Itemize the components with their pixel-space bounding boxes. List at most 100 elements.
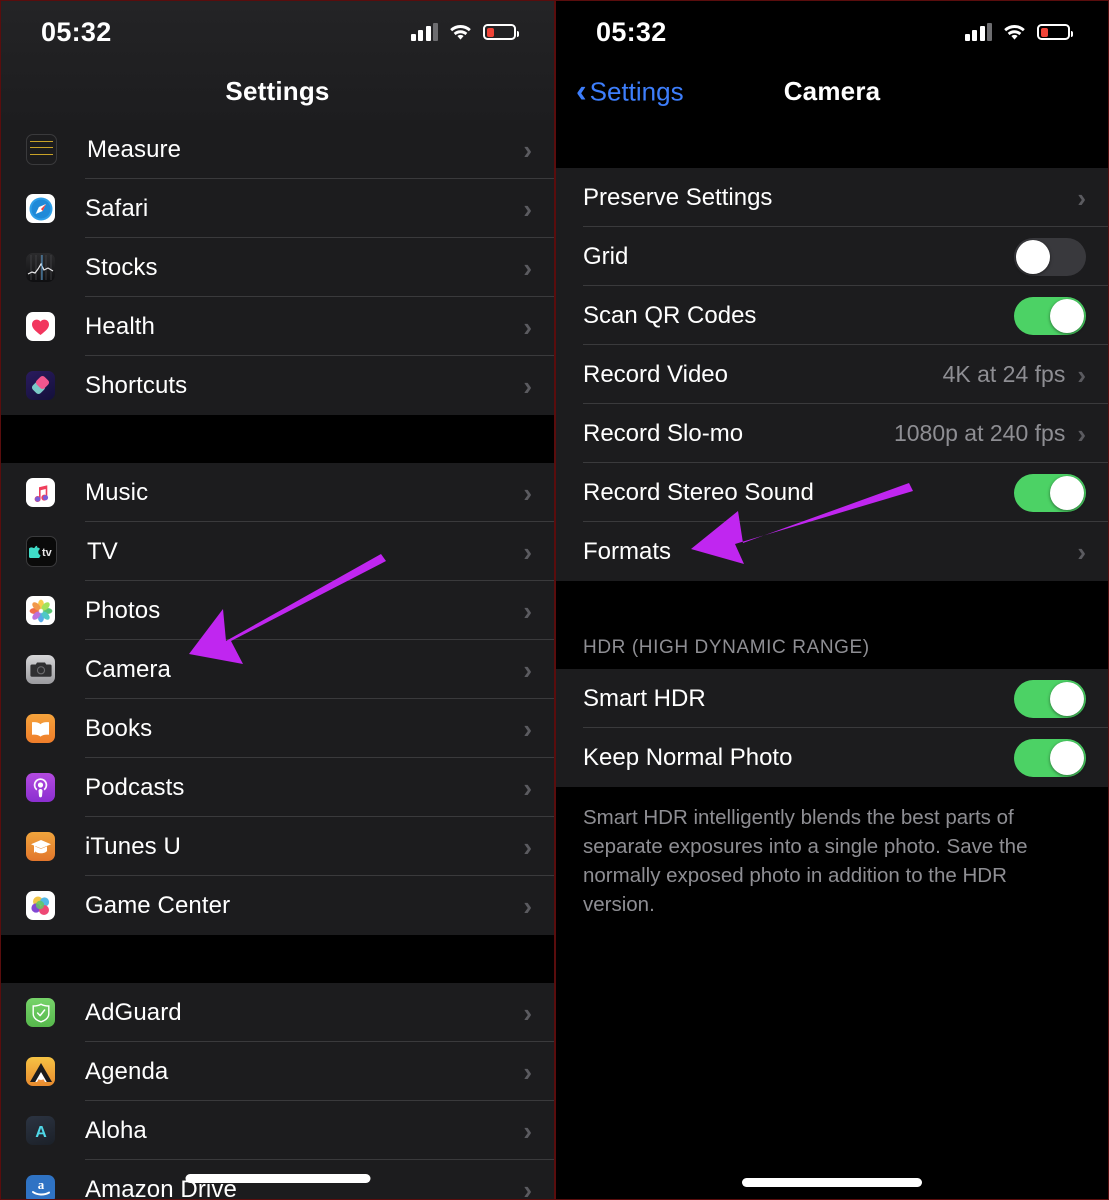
chevron-right-icon: › [523,477,532,508]
record-stereo-sound-toggle[interactable] [1014,473,1086,512]
status-indicators [964,23,1073,41]
sidebar-item-label: Stocks [85,253,158,281]
sidebar-item-safari[interactable]: Safari › [1,179,554,238]
setting-row-record-slo-mo[interactable]: Record Slo-mo 1080p at 240 fps › [556,404,1108,463]
chevron-right-icon: › [523,1115,532,1146]
section-header-hdr: HDR (HIGH DYNAMIC RANGE) [556,637,1108,669]
setting-row-record-video[interactable]: Record Video 4K at 24 fps › [556,345,1108,404]
sidebar-item-label: Shortcuts [85,371,188,399]
chevron-right-icon: › [1077,359,1086,390]
chevron-right-icon: › [523,193,532,224]
sidebar-item-label: TV [87,537,118,565]
smart-hdr-toggle[interactable] [1014,679,1086,718]
chevron-right-icon: › [523,654,532,685]
sidebar-item-itunes-u[interactable]: iTunes U › [1,817,554,876]
sidebar-item-podcasts[interactable]: Podcasts › [1,758,554,817]
status-time: 05:32 [596,16,667,47]
setting-row-keep-normal-photo[interactable]: Keep Normal Photo [556,728,1108,787]
group-separator [1,935,554,983]
status-bar-left: 05:32 [1,1,554,63]
battery-low-icon [1037,24,1073,40]
home-indicator[interactable] [742,1178,922,1187]
svg-text:tv: tv [42,547,53,558]
setting-row-smart-hdr[interactable]: Smart HDR [556,669,1108,728]
amazon-drive-app-icon: a [26,1175,55,1199]
sidebar-item-label: Game Center [85,891,231,919]
chevron-right-icon: › [1077,182,1086,213]
grid-toggle[interactable] [1014,237,1086,276]
sidebar-item-shortcuts[interactable]: Shortcuts › [1,356,554,415]
chevron-right-icon: › [523,536,532,567]
sidebar-item-tv[interactable]: tv TV › [1,522,554,581]
keep-normal-photo-toggle[interactable] [1014,738,1086,777]
camera-settings-group: Preserve Settings › Grid Scan QR Codes R… [556,168,1108,581]
status-time: 05:32 [41,16,112,47]
health-app-icon [26,312,55,341]
measure-app-icon [26,134,57,165]
hdr-settings-group: Smart HDR Keep Normal Photo [556,669,1108,787]
group-separator [556,581,1108,637]
page-title: Camera [783,76,881,106]
chevron-right-icon: › [523,1056,532,1087]
sidebar-item-aloha[interactable]: A Aloha › [1,1101,554,1160]
chevron-right-icon: › [523,370,532,401]
svg-text:a: a [37,1177,44,1192]
podcasts-app-icon [26,773,55,802]
page-title: Settings [225,76,330,106]
sidebar-item-music[interactable]: Music › [1,463,554,522]
battery-low-icon [483,24,519,40]
settings-group-2: Music › tv TV › Photos › Camera › Books … [1,463,554,935]
setting-label: Record Slo-mo [583,419,744,447]
shortcuts-app-icon [26,371,55,400]
sidebar-item-books[interactable]: Books › [1,699,554,758]
sidebar-item-label: Aloha [85,1116,147,1144]
right-navigation-bar: ‹ Settings Camera [556,63,1108,120]
setting-row-scan-qr-codes[interactable]: Scan QR Codes [556,286,1108,345]
game-center-app-icon [26,891,55,920]
setting-row-preserve-settings[interactable]: Preserve Settings › [556,168,1108,227]
home-indicator[interactable] [185,1174,370,1183]
photos-app-icon [26,596,55,625]
setting-row-record-stereo-sound[interactable]: Record Stereo Sound [556,463,1108,522]
sidebar-item-label: Health [85,312,155,340]
sidebar-item-adguard[interactable]: AdGuard › [1,983,554,1042]
music-app-icon [26,478,55,507]
cellular-signal-icon [410,23,438,41]
sidebar-item-agenda[interactable]: Agenda › [1,1042,554,1101]
agenda-app-icon [26,1057,55,1086]
setting-label: Record Video [583,360,728,388]
sidebar-item-game-center[interactable]: Game Center › [1,876,554,935]
sidebar-item-measure[interactable]: Measure › [1,120,554,179]
sidebar-item-label: iTunes U [85,832,181,860]
back-button[interactable]: ‹ Settings [576,75,684,107]
sidebar-item-health[interactable]: Health › [1,297,554,356]
setting-label: Scan QR Codes [583,301,757,329]
setting-label: Keep Normal Photo [583,743,793,771]
sidebar-item-label: Podcasts [85,773,185,801]
chevron-right-icon: › [523,831,532,862]
sidebar-item-stocks[interactable]: Stocks › [1,238,554,297]
sidebar-item-photos[interactable]: Photos › [1,581,554,640]
back-button-label: Settings [589,76,684,106]
setting-label: Grid [583,242,629,270]
setting-row-formats[interactable]: Formats › [556,522,1108,581]
status-indicators [410,23,519,41]
sidebar-item-camera[interactable]: Camera › [1,640,554,699]
chevron-right-icon: › [523,713,532,744]
safari-app-icon [26,194,55,223]
books-app-icon [26,714,55,743]
chevron-right-icon: › [1077,536,1086,567]
sidebar-item-label: Agenda [85,1057,169,1085]
setting-label: Formats [583,537,672,565]
scan-qr-codes-toggle[interactable] [1014,296,1086,335]
setting-label: Record Stereo Sound [583,478,814,506]
sidebar-item-label: Safari [85,194,149,222]
left-navigation-bar: Settings [1,63,554,120]
sidebar-item-label: Photos [85,596,161,624]
top-spacer [556,120,1108,168]
settings-group-3: AdGuard › Agenda › A Aloha › a Amazon Dr… [1,983,554,1199]
setting-row-grid[interactable]: Grid [556,227,1108,286]
sidebar-item-label: AdGuard [85,998,182,1026]
status-bar-right: 05:32 [556,1,1108,63]
aloha-app-icon: A [26,1116,55,1145]
